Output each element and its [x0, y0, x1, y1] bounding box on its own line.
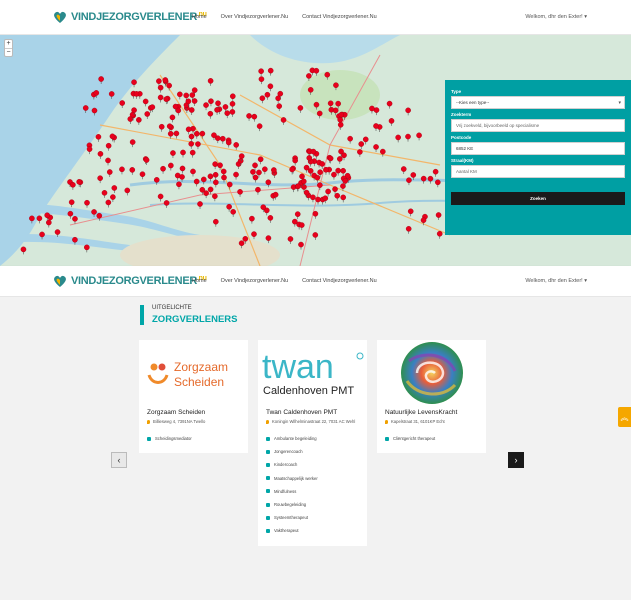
user-menu[interactable]: Welkom, dhr den Exter! ▾ — [525, 278, 587, 284]
check-icon — [266, 502, 270, 507]
chevron-down-icon: ▾ — [618, 100, 621, 106]
location-pin-icon — [147, 419, 150, 424]
provider-logo: twan Caldenhoven PMT — [258, 340, 367, 405]
term-label: Zoekterm — [451, 112, 472, 117]
logo-text: VINDJEZORGVERLENER.nu — [71, 11, 207, 23]
provider-card[interactable]: twan Caldenhoven PMT Twan Caldenhoven PM… — [258, 340, 367, 546]
term-input[interactable]: Vrij zoekveld, bijvoorbeeld op specialis… — [451, 119, 625, 132]
check-icon — [266, 489, 270, 494]
logo-text: VINDJEZORGVERLENER.nu — [71, 275, 207, 287]
site-logo[interactable]: VINDJEZORGVERLENER.nu — [52, 9, 207, 25]
heart-logo-icon — [52, 9, 68, 25]
provider-card[interactable]: Natuurlijke LevensKracht Kapelstraat 31,… — [377, 340, 486, 454]
heart-logo-icon — [52, 273, 68, 289]
postcode-input[interactable]: 6852 KE — [451, 142, 625, 155]
service-item: Scheidingsmediator — [147, 432, 248, 445]
zoom-control: + − — [4, 39, 13, 57]
service-item: Mindfulness — [266, 485, 367, 498]
chevron-up-icon: ︽ — [620, 412, 629, 422]
heading-big: ZORGVERLENERS — [152, 314, 238, 325]
main-nav: Home Over Vindjezorgverlener.Nu Contact … — [192, 14, 391, 20]
sticky-navbar: VINDJEZORGVERLENER.nu Home Over Vindjezo… — [0, 266, 631, 297]
straal-label: Straal(KM) — [451, 158, 474, 163]
svg-text:Zorgzaam: Zorgzaam — [174, 360, 228, 374]
provider-address: Kapelstraat 31, 6101KP Echt — [385, 419, 486, 424]
nav-contact[interactable]: Contact Vindjezorgverlener.Nu — [302, 278, 377, 284]
check-icon — [266, 436, 270, 441]
search-panel: Type --Kies een type-- ▾ Zoekterm Vrij zo… — [445, 80, 631, 235]
site-logo[interactable]: VINDJEZORGVERLENER.nu — [52, 273, 207, 289]
service-item: Cliëntgericht therapeut — [385, 432, 486, 445]
top-navbar: VINDJEZORGVERLENER.nu Home Over Vindjezo… — [0, 0, 631, 35]
scroll-to-top-button[interactable]: ︽ — [618, 407, 631, 427]
service-item: Maatschappelijk werker — [266, 472, 367, 485]
provider-title[interactable]: Twan Caldenhoven PMT — [266, 409, 367, 416]
service-item: Systeemtherapeut — [266, 511, 367, 524]
check-icon — [266, 449, 270, 454]
svg-text:Scheiden: Scheiden — [174, 375, 224, 389]
service-item: Kindercoach — [266, 458, 367, 471]
nav-about[interactable]: Over Vindjezorgverlener.Nu — [221, 14, 288, 20]
search-button[interactable]: Zoeken — [451, 192, 625, 205]
zoom-out-button[interactable]: − — [5, 48, 12, 56]
straal-input[interactable]: Aantal KM — [451, 165, 625, 178]
type-select[interactable]: --Kies een type-- ▾ — [451, 96, 625, 109]
type-label: Type — [451, 89, 462, 94]
main-nav: Home Over Vindjezorgverlener.Nu Contact … — [192, 278, 391, 284]
service-item: Jongerencoach — [266, 445, 367, 458]
section-heading: UITGELICHTE ZORGVERLENERS — [140, 305, 238, 325]
check-icon — [266, 462, 270, 467]
carousel-next-button[interactable]: › — [508, 452, 524, 468]
provider-card[interactable]: Zorgzaam Scheiden Zorgzaam Scheiden Bill… — [139, 340, 248, 454]
carousel-prev-button[interactable]: ‹ — [111, 452, 127, 468]
heading-small: UITGELICHTE — [152, 305, 192, 311]
location-pin-icon — [266, 419, 269, 424]
check-icon — [385, 436, 389, 441]
provider-address: Billiesweg 4, 7391NA Twello — [147, 419, 248, 424]
service-item: Vaktherapeut — [266, 524, 367, 537]
location-pin-icon — [385, 419, 388, 424]
provider-title[interactable]: Natuurlijke LevensKracht — [385, 409, 486, 416]
featured-section: UITGELICHTE ZORGVERLENERS Zorgzaam Schei… — [0, 297, 631, 600]
nav-contact[interactable]: Contact Vindjezorgverlener.Nu — [302, 14, 377, 20]
service-item: Ambulante begeleiding — [266, 432, 367, 445]
postcode-label: Postcode — [451, 135, 472, 140]
provider-title[interactable]: Zorgzaam Scheiden — [147, 409, 248, 416]
svg-text:Caldenhoven PMT: Caldenhoven PMT — [263, 385, 354, 397]
service-item: Rouwbegeleiding — [266, 498, 367, 511]
zoom-in-button[interactable]: + — [5, 40, 12, 48]
provider-logo — [377, 340, 486, 405]
check-icon — [266, 476, 270, 481]
service-list: Cliëntgericht therapeut — [385, 432, 486, 445]
user-menu[interactable]: Welkom, dhr den Exter! ▾ — [525, 14, 587, 20]
check-icon — [266, 528, 270, 533]
check-icon — [147, 436, 151, 441]
nav-about[interactable]: Over Vindjezorgverlener.Nu — [221, 278, 288, 284]
provider-logo: Zorgzaam Scheiden — [139, 340, 248, 405]
check-icon — [266, 515, 270, 520]
nav-home[interactable]: Home — [192, 278, 207, 284]
service-list: Ambulante begeleiding Jongerencoach Kind… — [266, 432, 367, 538]
provider-address: Koningin Wilhelminastraat 22, 7031 AC We… — [266, 419, 367, 424]
svg-text:twan: twan — [262, 348, 334, 386]
nav-home[interactable]: Home — [192, 14, 207, 20]
service-list: Scheidingsmediator — [147, 432, 248, 445]
